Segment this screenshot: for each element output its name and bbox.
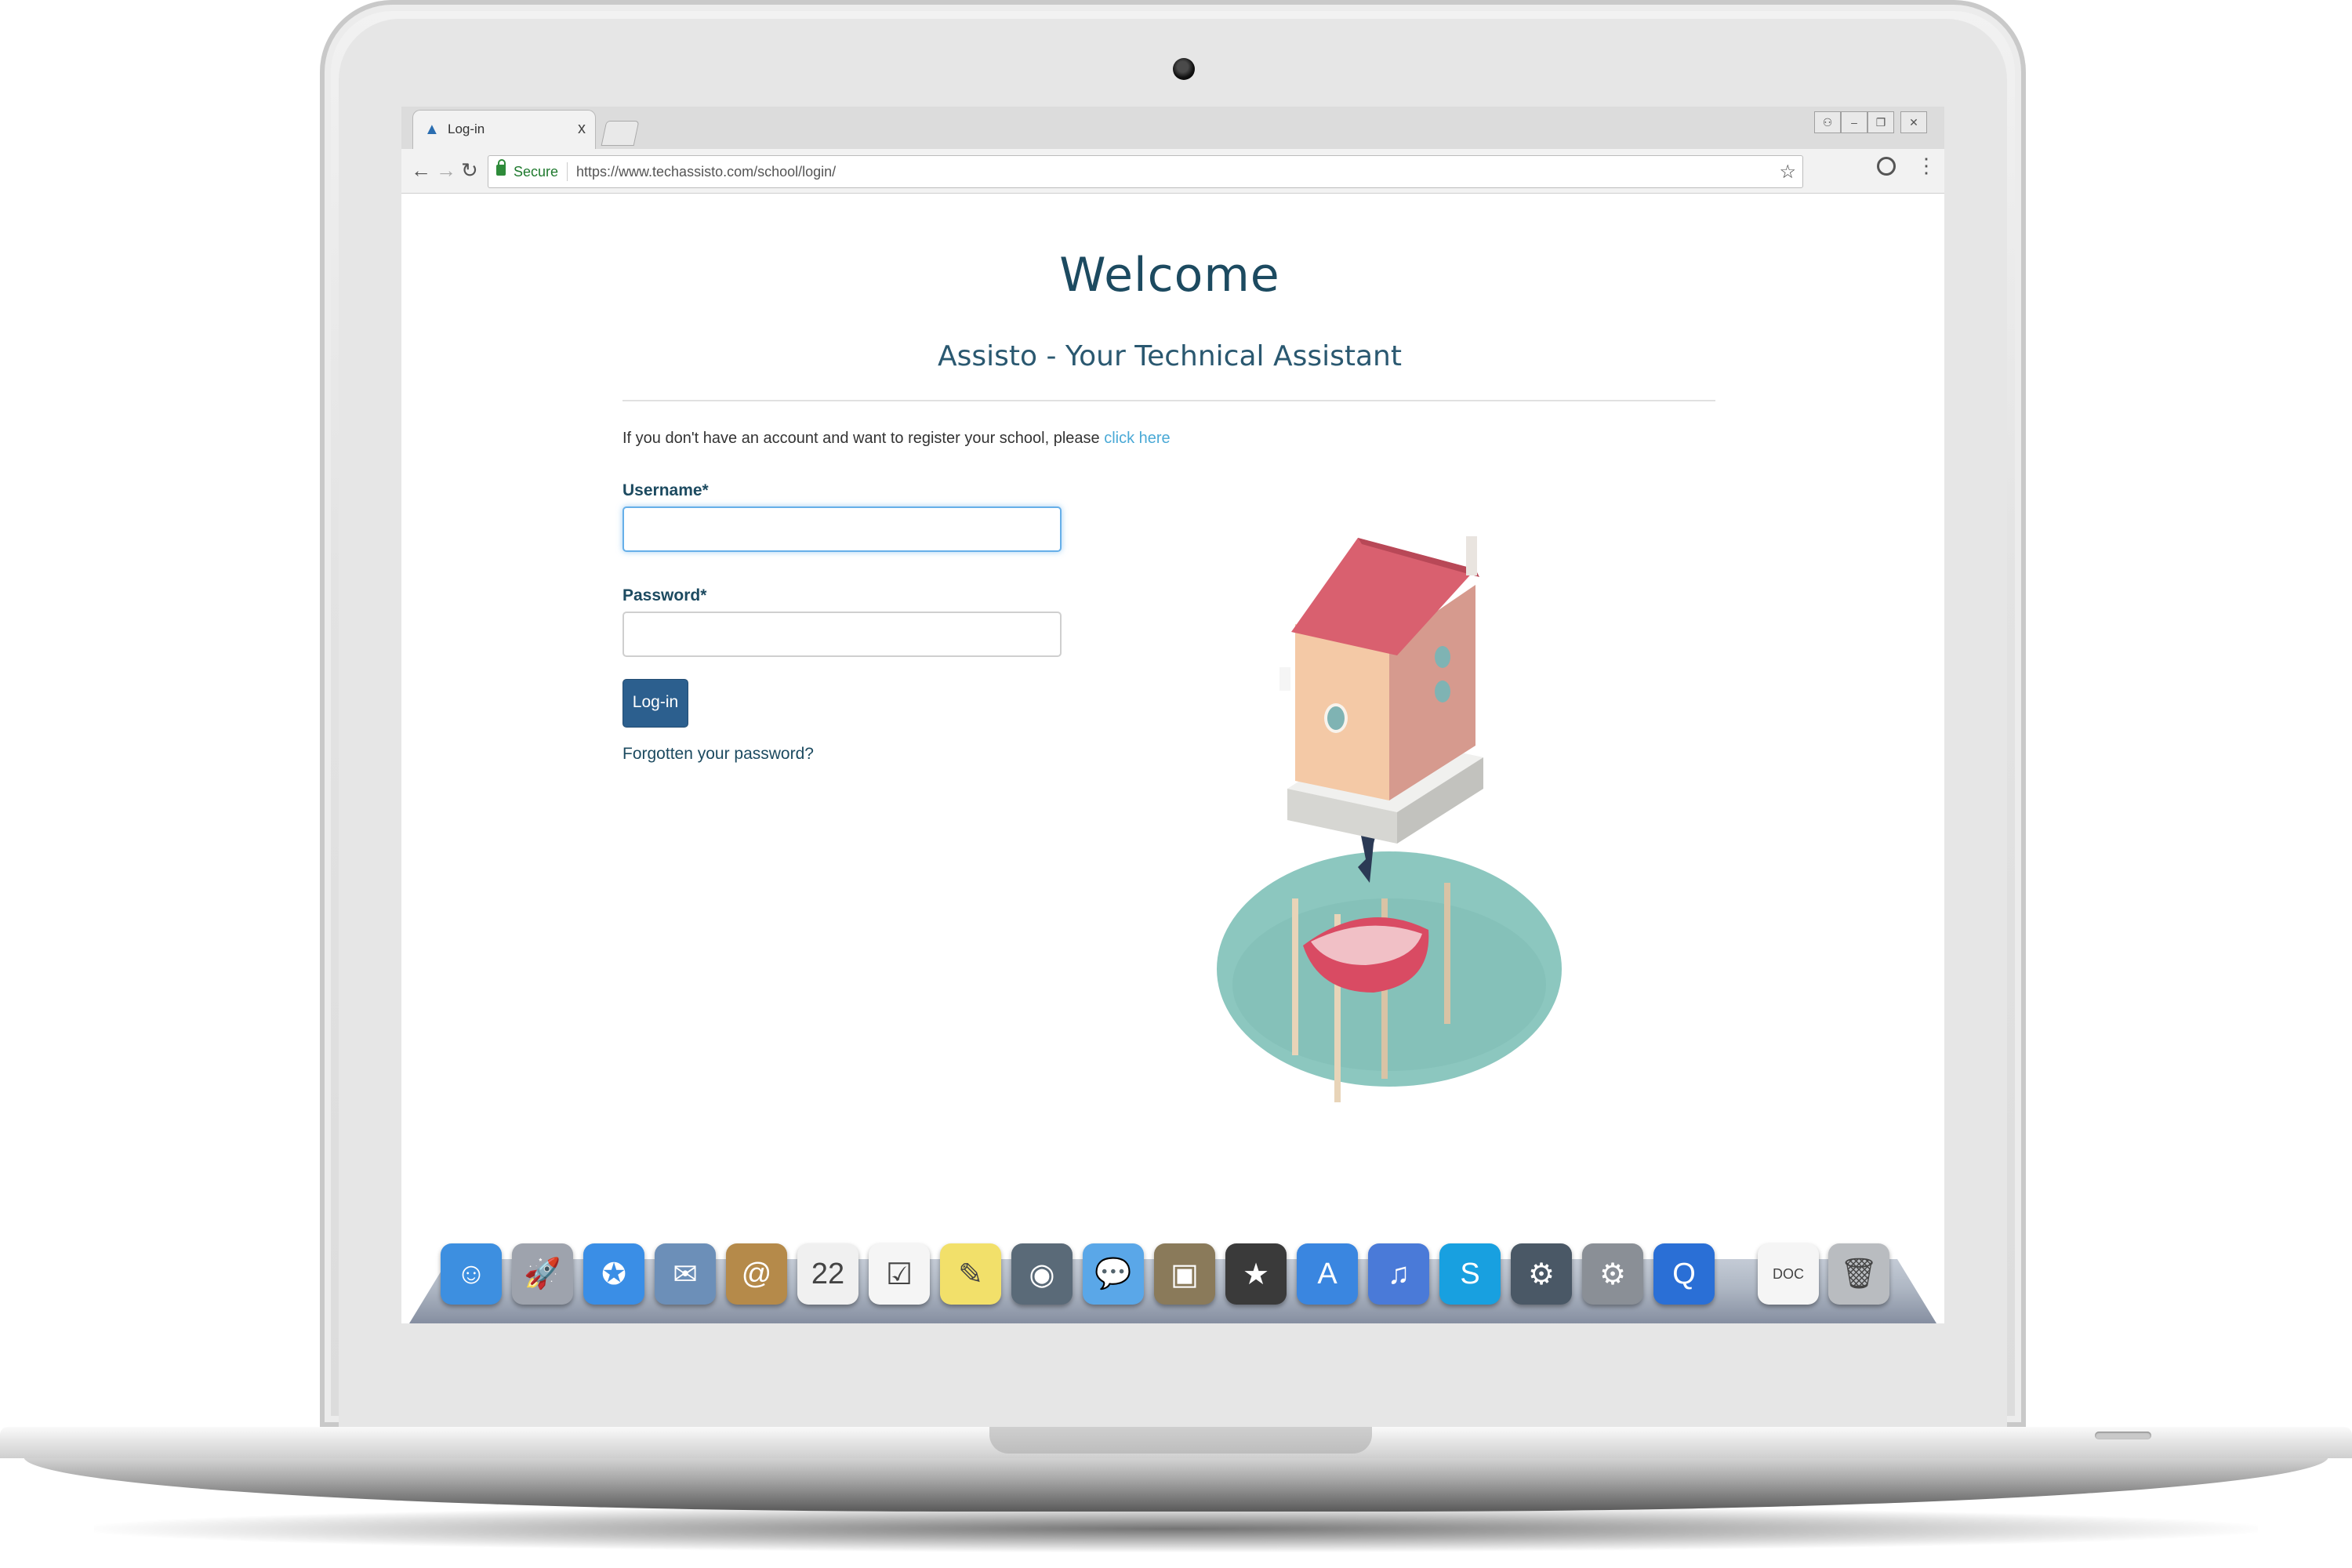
tab-close-icon[interactable]: x <box>578 120 586 138</box>
contacts-icon[interactable]: @ <box>726 1243 787 1305</box>
system-preferences-icon[interactable]: ⚙ <box>1582 1243 1643 1305</box>
house-on-stilts-illustration <box>1217 536 1562 1102</box>
finder-icon[interactable]: ☺ <box>441 1243 502 1305</box>
login-button[interactable]: Log-in <box>622 679 688 728</box>
minimize-button[interactable]: – <box>1841 111 1867 133</box>
stilt-back <box>1444 883 1450 1024</box>
document-icon[interactable]: DOC <box>1758 1243 1819 1305</box>
flag <box>1279 667 1290 691</box>
mail-icon[interactable]: ✉ <box>655 1243 716 1305</box>
username-label: Username* <box>622 481 709 499</box>
back-button[interactable]: ← <box>411 158 431 182</box>
skype-icon[interactable]: S <box>1439 1243 1501 1305</box>
iphoto-icon[interactable]: ▣ <box>1154 1243 1215 1305</box>
messages-icon[interactable]: 💬 <box>1083 1243 1144 1305</box>
password-input[interactable] <box>622 612 1062 657</box>
imovie-icon[interactable]: ★ <box>1225 1243 1287 1305</box>
reload-button[interactable]: ↻ <box>461 158 478 182</box>
laptop-shadow <box>94 1505 2258 1552</box>
profile-button[interactable]: ⚇ <box>1814 111 1841 133</box>
address-bar[interactable]: Secure https://www.techassisto.com/schoo… <box>488 155 1803 188</box>
username-input[interactable] <box>622 506 1062 552</box>
browser-menu-icon[interactable]: ⋮ <box>1916 154 1936 178</box>
url-separator <box>567 162 568 181</box>
restore-button[interactable]: ❐ <box>1867 111 1894 133</box>
stilt-left <box>1292 898 1298 1055</box>
secure-label: Secure <box>514 164 559 180</box>
laptop-indicator <box>2095 1432 2151 1439</box>
divider <box>622 400 1715 401</box>
assisto-favicon-icon: ▲ <box>424 121 440 138</box>
url-text[interactable]: https://www.techassisto.com/school/login… <box>576 164 836 180</box>
browser-toolbar: ← → ↻ Secure https://www.techassisto.com… <box>401 149 1944 194</box>
stickies-icon[interactable]: ✎ <box>940 1243 1001 1305</box>
page-title: Welcome <box>1059 248 1280 303</box>
bookmark-star-icon[interactable]: ☆ <box>1779 161 1796 183</box>
calendar-icon[interactable]: 22 <box>797 1243 858 1305</box>
laptop-base-edge <box>24 1457 2328 1512</box>
close-window-button[interactable]: ✕ <box>1900 111 1927 133</box>
forward-button[interactable]: → <box>436 158 456 182</box>
steam-icon[interactable]: ⚙ <box>1511 1243 1572 1305</box>
register-text: If you don't have an account and want to… <box>622 430 1105 447</box>
facetime-icon[interactable]: ◉ <box>1011 1243 1073 1305</box>
window-side-upper <box>1435 646 1450 668</box>
trash-icon[interactable]: 🗑 <box>1828 1243 1889 1305</box>
quicktime-icon[interactable]: Q <box>1653 1243 1715 1305</box>
password-label: Password* <box>622 586 707 604</box>
window-side-lower <box>1435 681 1450 702</box>
webcam <box>1173 58 1195 80</box>
chimney <box>1466 536 1477 575</box>
forgot-password-link[interactable]: Forgotten your password? <box>622 745 814 764</box>
tab-title: Log-in <box>448 122 485 136</box>
screen: ▲ Log-in x ⚇ – ❐ ✕ ← → ↻ Secure https://… <box>401 107 1944 1323</box>
browser-tab[interactable]: ▲ Log-in x <box>412 110 596 150</box>
extension-icon[interactable] <box>1877 157 1896 176</box>
reminders-icon[interactable]: ☑ <box>869 1243 930 1305</box>
browser-tabstrip: ▲ Log-in x ⚇ – ❐ ✕ <box>401 107 1944 150</box>
laptop-lid-notch <box>989 1427 1372 1454</box>
new-tab-button[interactable] <box>601 121 640 146</box>
lock-icon <box>496 159 506 176</box>
launchpad-icon[interactable]: 🚀 <box>512 1243 573 1305</box>
app-store-icon[interactable]: A <box>1297 1243 1358 1305</box>
safari-icon[interactable]: ✪ <box>583 1243 644 1305</box>
dock: ☺ 🚀 ✪ ✉ @22 ☑ ✎ ◉ 💬 ▣ ★ A ♫ S ⚙ ⚙ Q DOC 🗑 <box>441 1243 1930 1322</box>
itunes-icon[interactable]: ♫ <box>1368 1243 1429 1305</box>
register-link[interactable]: click here <box>1104 430 1170 447</box>
page-subtitle: Assisto - Your Technical Assistant <box>938 340 1402 372</box>
register-prompt: If you don't have an account and want to… <box>622 430 1171 448</box>
window-front <box>1327 706 1345 730</box>
